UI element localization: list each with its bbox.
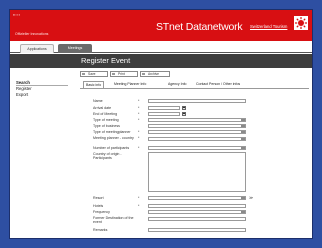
app-tabstrip: Applications Meetings: [10, 41, 312, 53]
type-of-meetingplanner-select[interactable]: [148, 130, 246, 134]
remarks-input[interactable]: [148, 228, 246, 232]
basic-info-form: Name * Arrival date * End of Meeting * T…: [80, 88, 309, 238]
page-title-bar: Register Event: [10, 54, 312, 68]
form-tabs: Basic info Meeting Planner Info Agency I…: [80, 80, 312, 88]
required-marker: *: [138, 146, 140, 150]
page-title: Register Event: [81, 56, 131, 65]
field-label: Frequency: [93, 210, 110, 214]
system-text: ▪▪ ▪ ▪: [13, 13, 20, 17]
tab-agency-info[interactable]: Agency Info: [166, 81, 188, 88]
required-marker: *: [138, 112, 140, 116]
save-button[interactable]: Save: [80, 71, 108, 77]
type-of-meeting-select[interactable]: [148, 118, 246, 122]
resort-select[interactable]: [148, 196, 246, 200]
field-label: Meeting planner - country: [93, 136, 134, 140]
field-label: Resort: [93, 196, 104, 200]
arrival-date-input[interactable]: [148, 106, 180, 110]
former-destination-input[interactable]: [148, 217, 246, 221]
required-marker: *: [138, 130, 140, 134]
brand-title: STnet Datanetwork: [156, 21, 243, 33]
tab-meetings[interactable]: Meetings: [58, 44, 92, 53]
calendar-icon[interactable]: [182, 112, 186, 116]
sidebar: Search Register Export: [16, 80, 68, 98]
tab-applications[interactable]: Applications: [20, 44, 54, 53]
required-marker: *: [138, 106, 140, 110]
tab-meeting-planner-info[interactable]: Meeting Planner Info: [112, 81, 148, 88]
tab-contact-person[interactable]: Contact Person / Other infos: [194, 81, 242, 88]
field-label: Former Destination of the event: [93, 216, 134, 224]
calendar-icon[interactable]: [182, 106, 186, 110]
field-label: Number of participants: [93, 146, 130, 150]
required-marker: *: [138, 99, 140, 103]
tagline: Offizieller Innovations: [15, 32, 49, 36]
hotels-input[interactable]: [148, 204, 246, 208]
sidebar-item-export[interactable]: Export: [16, 92, 68, 98]
field-label: End of Meeting: [93, 112, 118, 116]
required-marker: *: [138, 204, 140, 208]
type-of-business-select[interactable]: [148, 124, 246, 128]
field-label: Country of origin - Participants: [93, 152, 122, 160]
archive-button[interactable]: Archive: [140, 71, 170, 77]
field-label: Type of business: [93, 124, 120, 128]
tab-basic-info[interactable]: Basic info: [83, 81, 105, 88]
field-label: Remarks: [93, 228, 108, 232]
partner-link[interactable]: Switzerland Tourism: [250, 24, 287, 29]
number-of-participants-select[interactable]: [148, 146, 246, 150]
field-label: Arrival date: [93, 106, 112, 110]
frequency-select[interactable]: [148, 210, 246, 214]
print-button[interactable]: Print: [110, 71, 138, 77]
brand-header: ▪▪ ▪ ▪ Offizieller Innovations STnet Dat…: [10, 10, 312, 41]
required-marker: *: [138, 118, 140, 122]
required-marker: *: [138, 196, 140, 200]
field-label: Name: [93, 99, 103, 103]
meeting-planner-country-select[interactable]: [148, 137, 246, 141]
required-marker: *: [138, 136, 140, 140]
sun-badge-icon: [294, 16, 308, 30]
resort-more-link[interactable]: ≫: [249, 195, 253, 200]
app-window: ▪▪ ▪ ▪ Offizieller Innovations STnet Dat…: [9, 9, 313, 239]
end-of-meeting-input[interactable]: [148, 112, 180, 116]
country-of-origin-list[interactable]: [148, 152, 246, 192]
field-label: Type of meeting: [93, 118, 119, 122]
name-input[interactable]: [148, 99, 246, 103]
field-label: Hotels: [93, 204, 104, 208]
field-label: Type of meetingplanner: [93, 130, 131, 134]
